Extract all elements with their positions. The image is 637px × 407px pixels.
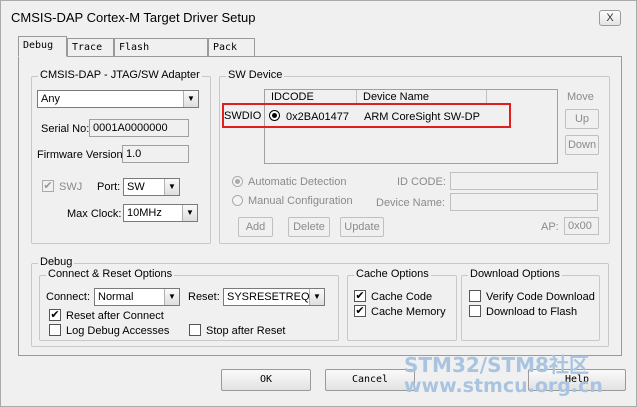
port-select-value: SW (127, 181, 145, 193)
cache-code-checkbox[interactable]: ✔ (354, 290, 366, 302)
manual-config-radio[interactable] (232, 195, 243, 206)
tab-debug[interactable]: Debug (18, 36, 67, 57)
cache-memory-label: Cache Memory (371, 306, 446, 318)
move-label: Move (567, 91, 594, 103)
ap-field[interactable]: 0x00 (564, 217, 599, 235)
connect-select[interactable]: Normal ▼ (94, 288, 180, 306)
reset-select[interactable]: SYSRESETREQ ▼ (223, 288, 325, 306)
title-bar: CMSIS-DAP Cortex-M Target Driver Setup X (1, 1, 636, 33)
maxclock-select-value: 10MHz (127, 207, 162, 219)
maxclock-label: Max Clock: (67, 208, 122, 220)
adapter-group-title: CMSIS-DAP - JTAG/SW Adapter (38, 69, 202, 81)
download-group-title: Download Options (468, 268, 562, 280)
cache-code-label: Cache Code (371, 291, 433, 303)
close-button[interactable]: X (599, 10, 621, 26)
serial-field: 0001A0000000 (89, 119, 189, 137)
tab-pack[interactable]: Pack (208, 38, 255, 56)
reset-after-connect-checkbox[interactable]: ✔ (49, 309, 61, 321)
stop-after-reset-label: Stop after Reset (206, 325, 286, 337)
id-code-label: ID CODE: (397, 176, 446, 188)
log-debug-accesses-label: Log Debug Accesses (66, 325, 170, 337)
stop-after-reset-checkbox[interactable] (189, 324, 201, 336)
tab-trace[interactable]: Trace (67, 38, 114, 56)
port-select[interactable]: SW ▼ (123, 178, 180, 196)
swj-checkbox[interactable]: ✔ (42, 180, 54, 192)
dialog-window: CMSIS-DAP Cortex-M Target Driver Setup X… (0, 0, 637, 407)
log-debug-accesses-checkbox[interactable] (49, 324, 61, 336)
auto-detect-label: Automatic Detection (248, 176, 347, 188)
delete-button[interactable]: Delete (288, 217, 330, 237)
device-name-field[interactable] (450, 193, 598, 211)
highlight-box (222, 103, 511, 128)
id-code-field[interactable] (450, 172, 598, 190)
manual-config-label: Manual Configuration (248, 195, 353, 207)
ok-button[interactable]: OK (221, 369, 311, 391)
cache-group-title: Cache Options (354, 268, 431, 280)
chevron-down-icon: ▼ (183, 91, 198, 107)
connect-label: Connect: (46, 291, 91, 303)
window-title: CMSIS-DAP Cortex-M Target Driver Setup (11, 10, 256, 25)
update-button[interactable]: Update (340, 217, 384, 237)
adapter-select-value: Any (41, 93, 60, 105)
verify-code-checkbox[interactable] (469, 290, 481, 302)
maxclock-select[interactable]: 10MHz ▼ (123, 204, 198, 222)
connect-select-value: Normal (98, 291, 134, 303)
chevron-down-icon: ▼ (182, 205, 197, 221)
debug-group-title: Debug (38, 256, 75, 268)
chevron-down-icon: ▼ (164, 179, 179, 195)
download-flash-checkbox[interactable] (469, 305, 481, 317)
serial-label: Serial No: (41, 123, 90, 135)
watermark-line2: www.stmcu.org.cn (404, 375, 603, 397)
verify-code-label: Verify Code Download (486, 291, 595, 303)
cancel-button[interactable]: Cancel (325, 369, 415, 391)
reset-label: Reset: (188, 291, 220, 303)
up-button[interactable]: Up (565, 109, 599, 129)
sw-device-group-title: SW Device (226, 69, 285, 81)
watermark-line1: STM32/STM8社区 (404, 353, 589, 377)
ap-label: AP: (541, 221, 559, 233)
chevron-down-icon: ▼ (309, 289, 324, 305)
firmware-field: 1.0 (122, 145, 189, 163)
cache-memory-checkbox[interactable]: ✔ (354, 305, 366, 317)
reset-select-value: SYSRESETREQ (227, 291, 310, 303)
device-name-label: Device Name: (376, 197, 446, 209)
tab-flash-download[interactable]: Flash Download (114, 38, 208, 70)
add-button[interactable]: Add (238, 217, 273, 237)
chevron-down-icon: ▼ (164, 289, 179, 305)
swj-label: SWJ (59, 181, 83, 193)
adapter-select[interactable]: Any ▼ (37, 90, 199, 108)
auto-detect-radio[interactable] (232, 176, 243, 187)
reset-after-connect-label: Reset after Connect (66, 310, 164, 322)
connect-reset-group-title: Connect & Reset Options (46, 268, 175, 280)
down-button[interactable]: Down (565, 135, 599, 155)
close-icon: X (606, 12, 614, 24)
port-label: Port: (97, 181, 121, 193)
download-flash-label: Download to Flash (486, 306, 578, 318)
firmware-label: Firmware Version: (37, 149, 126, 161)
